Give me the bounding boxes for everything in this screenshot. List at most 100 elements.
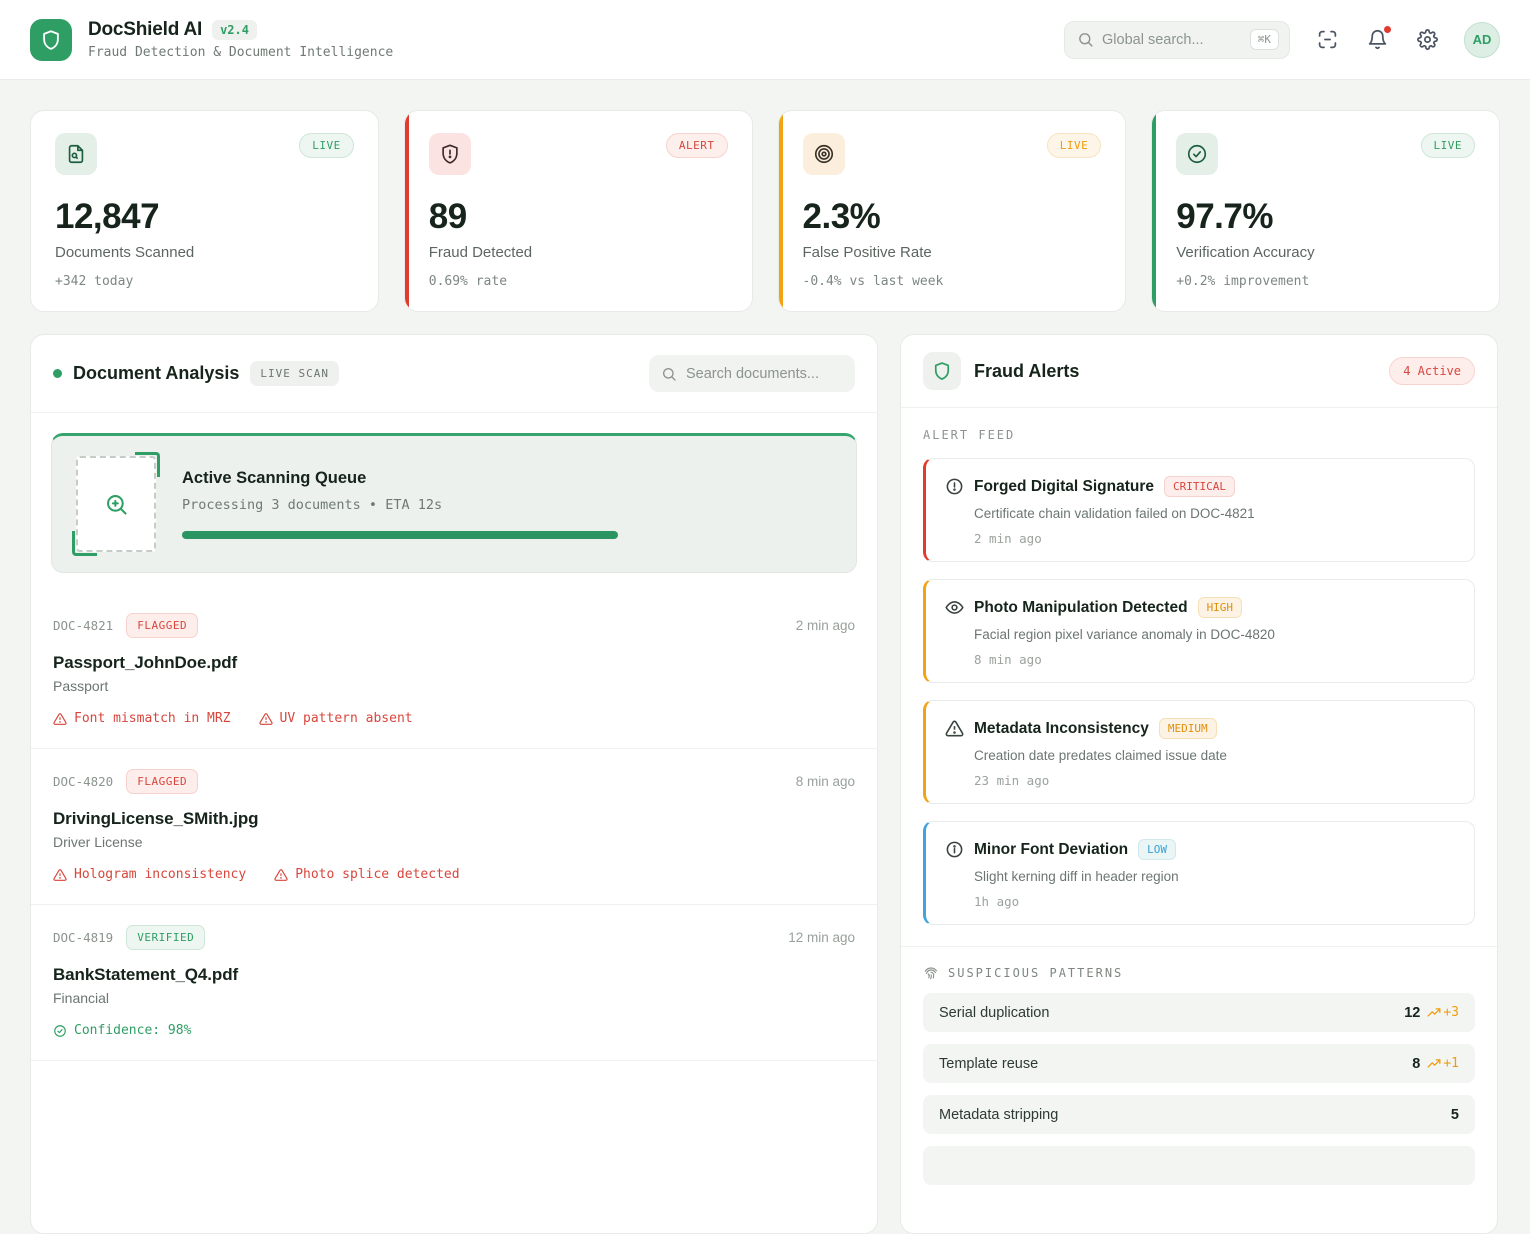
pattern-row[interactable]: Metadata stripping 5: [923, 1095, 1475, 1134]
alert-card[interactable]: Photo Manipulation Detected HIGH Facial …: [923, 579, 1475, 683]
global-search-input[interactable]: [1102, 32, 1212, 48]
stat-value: 12,847: [55, 197, 354, 237]
stat-label: Fraud Detected: [429, 244, 728, 261]
document-row[interactable]: DOC-4821 FLAGGED 2 min ago Passport_John…: [31, 593, 877, 749]
shield-icon: [923, 352, 961, 390]
trending-up-icon: [1427, 1057, 1441, 1071]
search-icon: [1077, 31, 1094, 48]
pattern-count: 12: [1404, 1005, 1420, 1021]
pattern-row-cutoff: [923, 1146, 1475, 1185]
card-accent: [1152, 111, 1156, 311]
document-time: 2 min ago: [796, 618, 855, 633]
pattern-name: Metadata stripping: [939, 1107, 1058, 1123]
app-title: DocShield AI: [88, 19, 202, 41]
stat-card-false-positive-rate: LIVE 2.3% False Positive Rate -0.4% vs l…: [778, 110, 1127, 312]
severity-badge: CRITICAL: [1164, 476, 1235, 497]
scan-button[interactable]: [1314, 27, 1340, 53]
document-search[interactable]: [649, 355, 855, 392]
alert-time: 1h ago: [974, 894, 1458, 909]
alert-description: Slight kerning diff in header region: [974, 869, 1458, 884]
document-name: DrivingLicense_SMith.jpg: [53, 809, 855, 829]
stat-sub: 0.69% rate: [429, 274, 728, 289]
document-type: Passport: [53, 678, 855, 694]
stat-card-verification-accuracy: LIVE 97.7% Verification Accuracy +0.2% i…: [1151, 110, 1500, 312]
document-status-badge: VERIFIED: [126, 925, 205, 950]
issue-item: Font mismatch in MRZ: [53, 711, 231, 726]
severity-badge: HIGH: [1198, 597, 1243, 618]
global-search[interactable]: ⌘K: [1064, 21, 1290, 59]
stat-sub: +0.2% improvement: [1176, 274, 1475, 289]
stat-label: Verification Accuracy: [1176, 244, 1475, 261]
pattern-row[interactable]: Serial duplication 12 +3: [923, 993, 1475, 1032]
settings-button[interactable]: [1414, 27, 1440, 53]
stat-label: False Positive Rate: [803, 244, 1102, 261]
warning-triangle-icon: [274, 868, 288, 882]
panel-title: Fraud Alerts: [974, 361, 1079, 382]
document-status-badge: FLAGGED: [126, 613, 198, 638]
document-status-badge: FLAGGED: [126, 769, 198, 794]
search-shortcut: ⌘K: [1250, 29, 1279, 50]
shield-alert-icon: [429, 133, 471, 175]
info-circle-icon: [945, 840, 964, 859]
scan-icon: [1317, 29, 1338, 50]
queue-progress-fill: [182, 531, 618, 539]
fraud-alerts-panel: Fraud Alerts 4 Active ALERT FEED Forged …: [900, 334, 1498, 1234]
pattern-trend: +3: [1427, 1005, 1459, 1020]
target-icon: [803, 133, 845, 175]
document-row[interactable]: DOC-4820 FLAGGED 8 min ago DrivingLicens…: [31, 749, 877, 905]
alert-title: Photo Manipulation Detected: [974, 599, 1188, 617]
document-row[interactable]: DOC-4819 VERIFIED 12 min ago BankStateme…: [31, 905, 877, 1061]
live-scan-badge: LIVE SCAN: [250, 361, 339, 386]
file-search-icon: [55, 133, 97, 175]
alert-title: Minor Font Deviation: [974, 841, 1128, 859]
alert-time: 8 min ago: [974, 652, 1458, 667]
document-time: 8 min ago: [796, 774, 855, 789]
document-id: DOC-4820: [53, 774, 113, 789]
pattern-name: Template reuse: [939, 1056, 1038, 1072]
gear-icon: [1417, 29, 1438, 50]
document-type: Financial: [53, 990, 855, 1006]
scan-frame-illustration: [76, 456, 156, 552]
card-accent: [405, 111, 409, 311]
active-scanning-queue: Active Scanning Queue Processing 3 docum…: [51, 433, 857, 573]
alert-description: Creation date predates claimed issue dat…: [974, 748, 1458, 763]
pattern-row[interactable]: Template reuse 8 +1: [923, 1044, 1475, 1083]
trending-up-icon: [1427, 1006, 1441, 1020]
user-avatar[interactable]: AD: [1464, 22, 1500, 58]
notification-dot: [1383, 25, 1392, 34]
alert-card[interactable]: Forged Digital Signature CRITICAL Certif…: [923, 458, 1475, 562]
document-search-input[interactable]: [686, 366, 836, 382]
alert-time: 2 min ago: [974, 531, 1458, 546]
active-alerts-badge: 4 Active: [1389, 357, 1475, 385]
notifications-button[interactable]: [1364, 27, 1390, 53]
panel-title: Document Analysis: [73, 363, 239, 384]
alert-feed-label: ALERT FEED: [923, 428, 1475, 442]
severity-badge: MEDIUM: [1159, 718, 1217, 739]
stat-value: 89: [429, 197, 728, 237]
stat-card-documents-scanned: LIVE 12,847 Documents Scanned +342 today: [30, 110, 379, 312]
alert-card[interactable]: Minor Font Deviation LOW Slight kerning …: [923, 821, 1475, 925]
document-time: 12 min ago: [788, 930, 855, 945]
queue-status: Processing 3 documents • ETA 12s: [182, 497, 832, 513]
document-analysis-panel: Document Analysis LIVE SCAN Active Scann…: [30, 334, 878, 1234]
stat-value: 97.7%: [1176, 197, 1475, 237]
severity-badge: LOW: [1138, 839, 1176, 860]
warning-triangle-icon: [53, 712, 67, 726]
stats-row: LIVE 12,847 Documents Scanned +342 today…: [30, 110, 1500, 312]
status-badge: LIVE: [299, 133, 354, 158]
stat-sub: -0.4% vs last week: [803, 274, 1102, 289]
warning-triangle-icon: [53, 868, 67, 882]
app-subtitle: Fraud Detection & Document Intelligence: [88, 45, 393, 60]
warning-triangle-icon: [945, 719, 964, 738]
alert-description: Certificate chain validation failed on D…: [974, 506, 1458, 521]
top-bar: DocShield AI v2.4 Fraud Detection & Docu…: [0, 0, 1530, 80]
alert-circle-icon: [945, 477, 964, 496]
suspicious-patterns-section: SUSPICIOUS PATTERNS Serial duplication 1…: [901, 946, 1497, 1185]
alert-title: Metadata Inconsistency: [974, 720, 1149, 738]
patterns-label: SUSPICIOUS PATTERNS: [948, 966, 1123, 980]
check-circle-icon: [53, 1024, 67, 1038]
alert-card[interactable]: Metadata Inconsistency MEDIUM Creation d…: [923, 700, 1475, 804]
pattern-count: 5: [1451, 1107, 1459, 1123]
eye-icon: [945, 598, 964, 617]
stat-value: 2.3%: [803, 197, 1102, 237]
